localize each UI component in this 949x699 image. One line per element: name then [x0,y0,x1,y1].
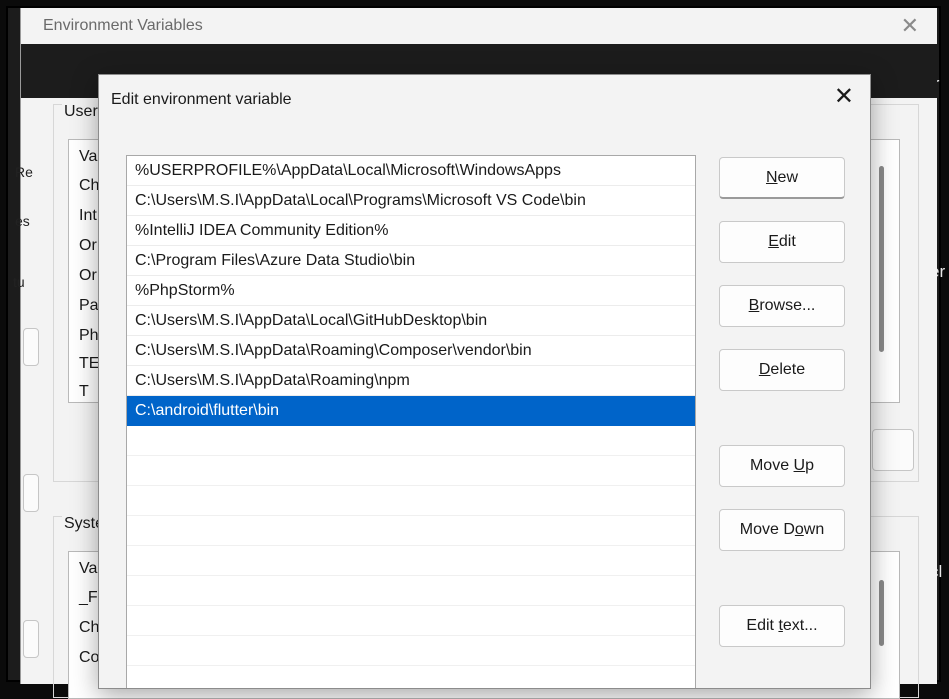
user-row: Pa [79,297,99,314]
edit-button-label-post: dit [778,233,796,250]
system-list-scrollbar[interactable] [879,580,884,646]
path-row-empty[interactable] [127,516,695,546]
edit-dialog-titlebar: Edit environment variable ✕ [99,75,870,123]
path-row-selected[interactable]: C:\android\flutter\bin [127,396,695,426]
edit-environment-variable-dialog: Edit environment variable ✕ %USERPROFILE… [98,74,871,689]
system-row: Va [79,560,98,577]
move-down-button[interactable]: Move Down [719,509,845,551]
move-down-button-label-post: wn [803,521,825,538]
path-row-empty[interactable] [127,606,695,636]
system-row: Ch [79,619,100,636]
browse-button-accesskey: B [748,297,760,314]
delete-button-label-post: elete [770,361,806,378]
move-up-button-label-pre: Move [749,457,794,474]
user-row: Or [79,237,97,254]
env-left-edge-2: es [15,213,30,229]
path-row[interactable]: C:\Users\M.S.I\AppData\Local\GitHubDeskt… [127,306,695,336]
env-titlebar: Environment Variables ✕ [21,8,937,44]
path-row[interactable]: C:\Users\M.S.I\AppData\Local\Programs\Mi… [127,186,695,216]
edit-dialog-title: Edit environment variable [111,91,292,108]
user-row: T [79,383,89,397]
new-button-label-post: ew [777,169,798,186]
browse-button[interactable]: Browse... [719,285,845,327]
edit-text-button-label-post: ext... [782,617,818,634]
move-up-button[interactable]: Move Up [719,445,845,487]
edit-text-button[interactable]: Edit text... [719,605,845,647]
user-ghost-button [872,429,914,471]
user-row: Ch [79,177,100,194]
path-row-empty[interactable] [127,426,695,456]
path-row-empty[interactable] [127,546,695,576]
env-left-edge-1: Re [15,164,33,180]
path-row-empty[interactable] [127,636,695,666]
system-row: _F [79,589,98,606]
system-row: Co [79,649,100,666]
env-left-edge-3: tu [13,274,25,290]
close-icon[interactable]: ✕ [834,85,854,109]
path-row-empty[interactable] [127,456,695,486]
edit-button-accesskey: E [768,233,779,250]
env-left-ghost-3 [23,620,39,658]
env-left-ghost-2 [23,474,39,512]
path-row[interactable]: %USERPROFILE%\AppData\Local\Microsoft\Wi… [127,156,695,186]
path-row-empty[interactable] [127,486,695,516]
path-row-empty[interactable] [127,576,695,606]
path-row[interactable]: C:\Program Files\Azure Data Studio\bin [127,246,695,276]
path-row[interactable]: %PhpStorm% [127,276,695,306]
user-list-scrollbar[interactable] [879,166,884,352]
move-down-button-label-pre: Move D [739,521,795,538]
edit-text-button-label-pre: Edit [746,617,779,634]
user-row: TE [79,355,100,372]
user-row: Or [79,267,97,284]
delete-button-accesskey: D [758,361,771,378]
env-close-icon[interactable]: ✕ [901,13,919,39]
user-row: Int [79,207,97,224]
path-row[interactable]: C:\Users\M.S.I\AppData\Roaming\npm [127,366,695,396]
user-row: Va [79,148,98,165]
path-list[interactable]: %USERPROFILE%\AppData\Local\Microsoft\Wi… [126,155,696,688]
edit-button[interactable]: Edit [719,221,845,263]
delete-button[interactable]: Delete [719,349,845,391]
path-row[interactable]: C:\Users\M.S.I\AppData\Roaming\Composer\… [127,336,695,366]
move-up-button-label-post: p [805,457,815,474]
user-group-label: User [62,103,100,121]
env-left-ghost-1 [23,328,39,366]
new-button[interactable]: New [719,157,845,199]
browse-button-label-post: rowse... [759,297,816,314]
move-up-button-accesskey: U [793,457,806,474]
user-row: Ph [79,327,99,344]
path-row[interactable]: %IntelliJ IDEA Community Edition% [127,216,695,246]
env-window-title: Environment Variables [43,17,203,34]
move-down-button-accesskey: o [794,521,804,538]
new-button-accesskey: N [765,169,778,186]
